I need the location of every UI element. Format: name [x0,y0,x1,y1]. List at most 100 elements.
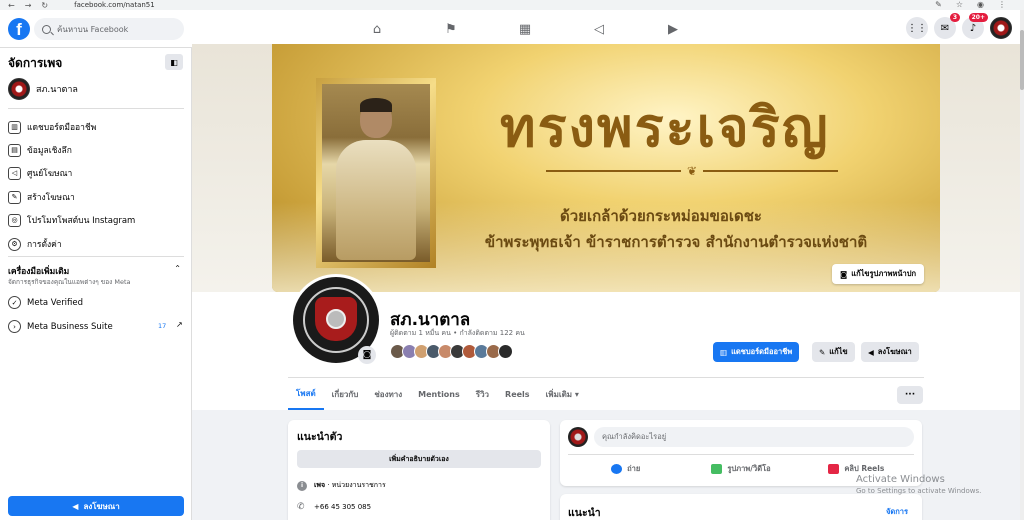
account-avatar[interactable] [990,17,1012,39]
collapse-sidebar-icon[interactable]: ◧ [165,54,183,70]
tab-reviews[interactable]: รีวิว [468,378,497,410]
sidebar-item-meta-business-suite[interactable]: › Meta Business Suite [8,320,113,333]
notifications-badge: 20+ [968,13,988,22]
professional-dashboard-button[interactable]: ▥ แดชบอร์ดมืออาชีพ [713,342,800,362]
megaphone-icon: ◀ [868,347,874,357]
camera-icon: ◙ [839,269,848,279]
add-bio-button[interactable]: เพิ่มคำอธิบายตัวเอง [297,450,541,468]
sidebar-divider [8,108,184,109]
cover-ornament: ❦ [540,164,844,178]
dashboard-icon: ▥ [8,120,21,134]
forward-icon[interactable]: → [25,1,32,10]
tab-about[interactable]: เกี่ยวกับ [324,378,367,410]
page-stats[interactable]: ผู้ติดตาม 1 หมื่น คน • กำลังติดตาม 122 ค… [390,328,525,339]
sidebar-item-professional-dashboard[interactable]: ▥ แดชบอร์ดมืออาชีพ [8,120,96,134]
intro-card: แนะนำตัว เพิ่มคำอธิบายตัวเอง i เพจ · หน่… [288,420,550,520]
star-icon[interactable]: ☆ [956,0,963,9]
tab-channels[interactable]: ช่องทาง [366,378,410,410]
recommendations-card: แนะนำ จัดการ [560,494,922,520]
right-nav: ⋮⋮ ✉ 3 ♪ 20+ [906,13,1012,39]
chevron-up-icon[interactable]: ⌃ [174,264,181,273]
advertise-button[interactable]: ◀ ลงโฆษณา [861,342,919,362]
edit-cover-button[interactable]: ◙ แก้ไขรูปภาพหน้าปก [831,264,924,284]
search-placeholder: ค้นหาบน Facebook [57,24,129,34]
tab-more[interactable]: เพิ่มเติม ▾ [538,378,587,410]
pencil-icon: ✎ [8,190,21,204]
intro-phone: ✆ +66 45 305 085 [297,502,372,512]
portrait-hair [360,98,392,112]
composer-input[interactable]: คุณกำลังคิดอะไรอยู่ [594,427,914,447]
business-suite-icon: › [8,320,21,333]
megaphone-icon[interactable]: ◁ [562,16,636,42]
pencil-icon: ✎ [819,347,826,357]
menu-grid-icon[interactable]: ⋮⋮ [906,17,928,39]
tab-mentions[interactable]: Mentions [410,378,468,410]
follower-avatar [498,344,513,359]
dashboard-icon: ▥ [720,347,728,357]
more-tools-subtitle: จัดการธุรกิจของคุณในแอพต่างๆ ของ Meta [8,278,131,286]
marketplace-icon[interactable]: ▦ [488,16,562,42]
address-bar[interactable]: facebook.com/natan51 [74,1,155,9]
tab-reels[interactable]: Reels [497,378,538,410]
camera-icon[interactable]: ◙ [358,346,376,364]
home-icon[interactable]: ⌂ [340,16,414,42]
gear-icon: ⚙ [8,237,21,251]
cover-title: ทรงพระเจริญ [500,95,830,159]
search-icon [42,24,51,34]
menu-icon[interactable]: ⋮ [998,0,1006,9]
video-icon[interactable]: ▶ [636,16,710,42]
reload-icon[interactable]: ↻ [41,1,48,10]
megaphone-icon: ◀ [72,501,79,511]
tab-posts[interactable]: โพสต์ [288,378,324,410]
external-link-icon[interactable]: ↗ [176,320,183,329]
search-input[interactable]: ค้นหาบน Facebook [34,18,184,40]
page-scrollbar[interactable] [1020,10,1024,520]
bell-icon[interactable]: ♪ 20+ [962,13,988,39]
live-video-icon [611,464,623,474]
messenger-badge: 3 [949,13,960,22]
cover-photo[interactable]: ทรงพระเจริญ ❦ ด้วยเกล้าด้วยกระหม่อมขอเดช… [272,44,940,292]
more-options-icon[interactable]: ··· [897,386,923,404]
intro-title: แนะนำตัว [297,431,343,443]
photo-video-button[interactable]: รูปภาพ/วิดีโอ [683,458,798,480]
cover-line-2: ข้าพระพุทธเจ้า ข้าราชการตำรวจ สำนักงานตำ… [484,233,868,251]
top-navigation: f ค้นหาบน Facebook ⌂ ⚑ ▦ ◁ ▶ ⋮⋮ ✉ 3 ♪ 20+ [0,10,1020,48]
live-video-button[interactable]: ถ่าย [568,458,683,480]
sidebar-item-ad-center[interactable]: ◁ ศูนย์โฆษณา [8,166,72,180]
sidebar-item-insights[interactable]: ▤ ข้อมูลเชิงลึก [8,143,72,157]
instagram-icon: ◎ [8,213,21,227]
facebook-logo-icon[interactable]: f [8,18,30,40]
page-header: ทรงพระเจริญ ❦ ด้วยเกล้าด้วยกระหม่อมขอเดช… [192,44,1020,410]
more-tools-heading[interactable]: เครื่องมือเพิ่มเติม [8,264,69,278]
flag-icon[interactable]: ⚑ [414,16,488,42]
page-avatar [8,78,30,100]
sidebar-item-settings[interactable]: ⚙ การตั้งค่า [8,237,62,251]
manage-link[interactable]: จัดการ [886,506,908,518]
sidebar-promote-button[interactable]: ◀ ลงโฆษณา [8,496,184,516]
follower-avatars[interactable] [390,344,513,359]
recommendations-title: แนะนำ [568,507,601,519]
center-nav: ⌂ ⚑ ▦ ◁ ▶ [340,16,710,42]
business-suite-count: 17 [158,322,167,330]
cover-line-1: ด้วยเกล้าด้วยกระหม่อมขอเดชะ [560,207,762,225]
sidebar-item-meta-verified[interactable]: ✓ Meta Verified [8,296,83,309]
profile-icon[interactable]: ◉ [977,0,984,9]
browser-bar: ← → ↻ facebook.com/natan51 ✎ ☆ ◉ ⋮ [0,0,1024,10]
edit-icon[interactable]: ✎ [935,0,942,9]
sidebar-item-create-ad[interactable]: ✎ สร้างโฆษณา [8,190,75,204]
browser-actions: ✎ ☆ ◉ ⋮ [935,0,1006,9]
sidebar-item-instagram-promote[interactable]: ◎ โปรโมทโพสต์บน Instagram [8,213,135,227]
back-icon[interactable]: ← [8,1,15,10]
page-tabs: โพสต์ เกี่ยวกับ ช่องทาง Mentions รีวิว R… [288,378,587,410]
browser-nav: ← → ↻ [8,1,48,10]
sidebar-page-switcher[interactable]: สภ.นาตาล [8,78,78,100]
reels-icon [828,464,840,474]
messenger-icon[interactable]: ✉ 3 [934,13,960,39]
intro-category: i เพจ · หน่วยงานราชการ [297,480,386,491]
verified-icon: ✓ [8,296,21,309]
phone-icon: ✆ [297,502,305,512]
sidebar-divider [8,256,184,257]
edit-page-button[interactable]: ✎ แก้ไข [812,342,855,362]
manage-page-sidebar: จัดการเพจ ◧ สภ.นาตาล ▥ แดชบอร์ดมืออาชีพ … [0,48,192,520]
composer-avatar [568,427,588,447]
